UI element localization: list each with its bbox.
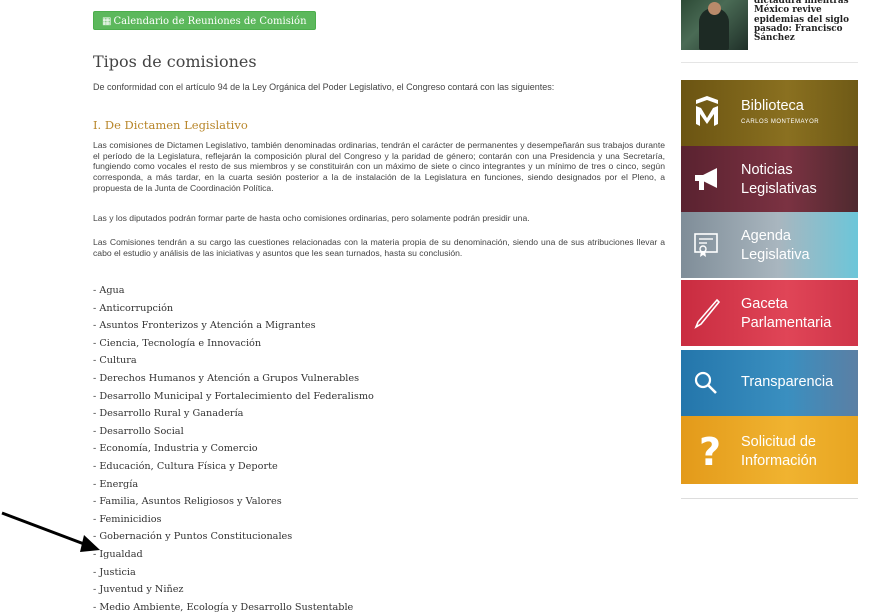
agenda-icon (693, 232, 721, 263)
paragraph-2: Las y los diputados podrán formar parte … (93, 213, 530, 223)
sidebar-item-label: Gaceta (741, 296, 788, 312)
calendar-icon: ▦ (102, 16, 112, 27)
calendar-button[interactable]: ▦ Calendario de Reuniones de Comisión (93, 11, 316, 30)
list-item[interactable]: - Asuntos Fronterizos y Atención a Migra… (93, 317, 374, 335)
paragraph-3: Las Comisiones tendrán a su cargo las cu… (93, 237, 665, 258)
list-item[interactable]: - Energía (93, 476, 374, 494)
sidebar-item-biblioteca[interactable]: Biblioteca CARLOS MONTEMAYOR (681, 80, 858, 146)
list-item[interactable]: - Anticorrupción (93, 300, 374, 318)
list-item[interactable]: - Desarrollo Municipal y Fortalecimiento… (93, 388, 374, 406)
list-item[interactable]: - Feminicidios (93, 511, 374, 529)
list-item[interactable]: - Agua (93, 282, 374, 300)
commission-list: - Agua - Anticorrupción - Asuntos Fronte… (93, 282, 374, 616)
divider (681, 498, 858, 499)
intro-text: De conformidad con el artículo 94 de la … (93, 82, 555, 92)
search-icon (693, 370, 719, 401)
list-item[interactable]: - Familia, Asuntos Religiosos y Valores (93, 493, 374, 511)
news-headline: dictadura mientras México revive epidemi… (754, 0, 850, 44)
paragraph-1: Las comisiones de Dictamen Legislativo, … (93, 140, 665, 193)
sidebar-item-label: Solicitud de (741, 434, 816, 450)
pen-icon (693, 298, 721, 335)
sidebar-item-noticias[interactable]: Noticias Legislativas (681, 146, 858, 212)
sidebar-item-label-2: Información (741, 453, 817, 469)
sidebar-item-label: Agenda (741, 228, 791, 244)
news-thumbnail (681, 0, 748, 50)
section-title: I. De Dictamen Legislativo (93, 118, 248, 132)
list-item[interactable]: - Igualdad (93, 546, 374, 564)
list-item[interactable]: - Economía, Industria y Comercio (93, 440, 374, 458)
sidebar-item-sublabel: CARLOS MONTEMAYOR (741, 119, 820, 125)
list-item[interactable]: - Justicia (93, 564, 374, 582)
megaphone-icon (693, 166, 723, 197)
list-item[interactable]: - Desarrollo Rural y Ganadería (93, 405, 374, 423)
sidebar-item-label-2: Parlamentaria (741, 315, 832, 331)
list-item[interactable]: - Medio Ambiente, Ecología y Desarrollo … (93, 599, 374, 616)
news-item[interactable]: dictadura mientras México revive epidemi… (681, 0, 877, 52)
sidebar-item-agenda[interactable]: Agenda Legislativa (681, 212, 858, 278)
sidebar-item-solicitud[interactable]: ? Solicitud de Información (681, 416, 858, 484)
list-item[interactable]: - Gobernación y Puntos Constitucionales (93, 528, 374, 546)
list-item[interactable]: - Cultura (93, 352, 374, 370)
sidebar-item-label-2: Legislativa (741, 247, 810, 263)
sidebar-item-label: Transparencia (741, 374, 834, 390)
question-icon: ? (699, 430, 722, 474)
sidebar-item-label: Biblioteca (741, 98, 804, 114)
list-item[interactable]: - Ciencia, Tecnología e Innovación (93, 335, 374, 353)
list-item[interactable]: - Juventud y Niñez (93, 581, 374, 599)
sidebar-item-gaceta[interactable]: Gaceta Parlamentaria (681, 280, 858, 346)
sidebar-item-label-2: Legislativas (741, 181, 817, 197)
annotation-arrow (1, 511, 100, 552)
sidebar-item-label: Noticias (741, 162, 793, 178)
divider (681, 62, 858, 63)
list-item[interactable]: - Desarrollo Social (93, 423, 374, 441)
sidebar-item-transparencia[interactable]: Transparencia (681, 350, 858, 416)
page-title: Tipos de comisiones (93, 52, 257, 71)
list-item[interactable]: - Derechos Humanos y Atención a Grupos V… (93, 370, 374, 388)
calendar-button-label: Calendario de Reuniones de Comisión (113, 16, 307, 27)
list-item[interactable]: - Educación, Cultura Física y Deporte (93, 458, 374, 476)
library-icon (693, 94, 721, 133)
